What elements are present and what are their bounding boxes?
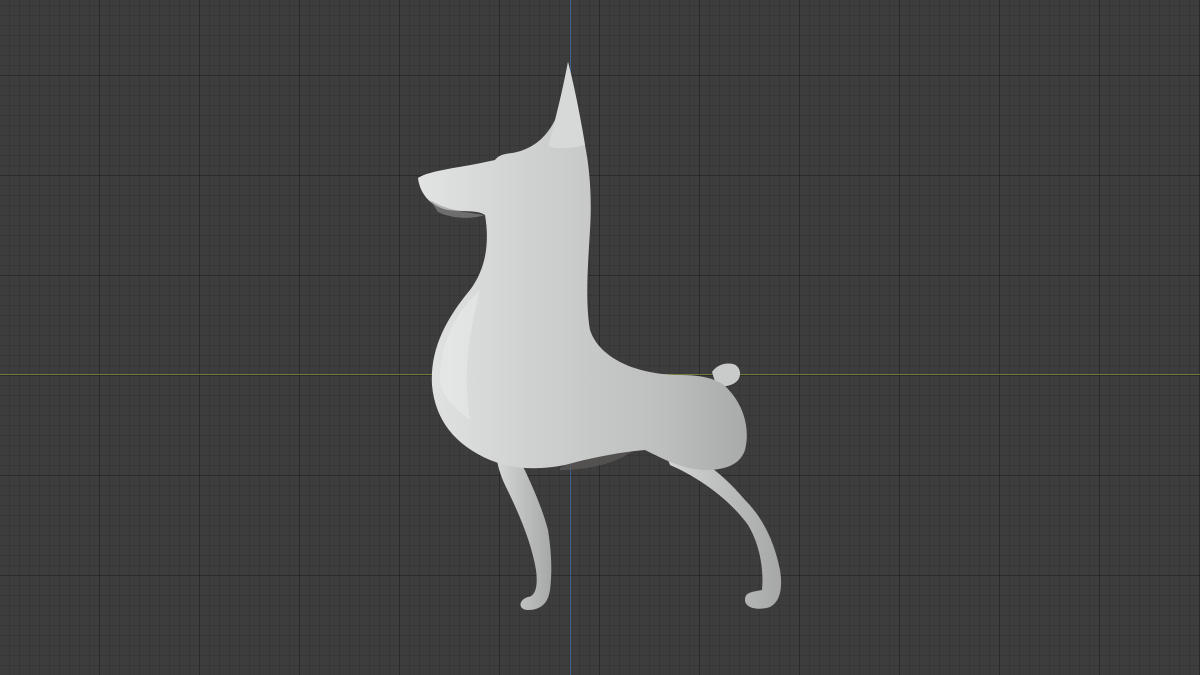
3d-viewport[interactable] xyxy=(0,0,1200,675)
ear[interactable] xyxy=(548,62,585,149)
dog-model[interactable] xyxy=(0,0,1200,675)
